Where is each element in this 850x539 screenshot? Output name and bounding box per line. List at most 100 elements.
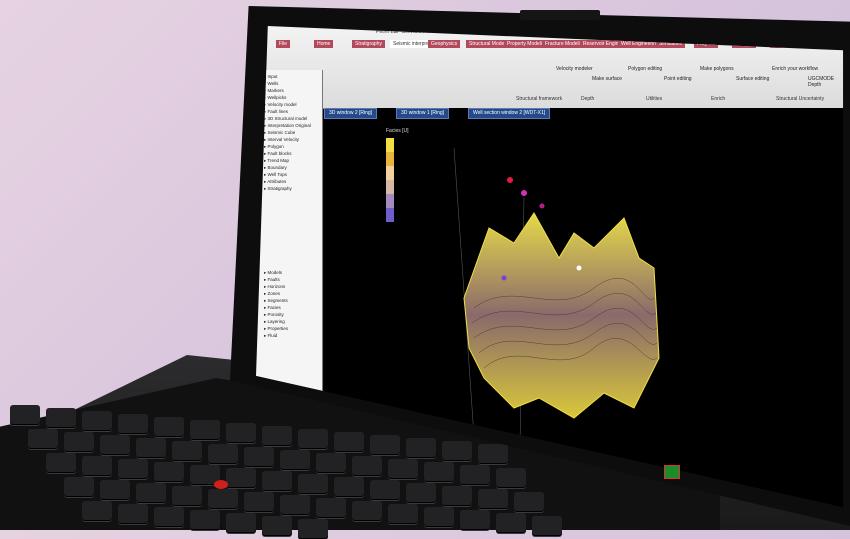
- keyboard-key: [190, 420, 220, 440]
- tree-item[interactable]: ▸ Layering: [264, 319, 285, 325]
- keyboard-key: [226, 423, 256, 443]
- keyboard-key: [208, 489, 238, 509]
- keyboard-key: [10, 405, 40, 425]
- tree-item[interactable]: ▸ Interpretation Original: [264, 123, 311, 129]
- keyboard-key: [46, 453, 76, 473]
- ribbon-tab[interactable]: Home: [314, 40, 334, 48]
- ribbon-button[interactable]: UGCMODE Depth: [808, 76, 843, 88]
- ribbon-tab[interactable]: Stratigraphy: [352, 40, 385, 48]
- tree-item[interactable]: ▸ Facies: [264, 305, 281, 311]
- tree-item[interactable]: ▸ Trend Map: [264, 158, 289, 164]
- tree-item[interactable]: ▸ Attributes: [264, 179, 286, 185]
- ribbon-tab[interactable]: File: [276, 40, 291, 48]
- keyboard-key: [244, 492, 274, 512]
- keyboard-key: [352, 501, 382, 521]
- tree-item[interactable]: ▸ Interval Velocity: [264, 137, 299, 143]
- ribbon-button[interactable]: Enrich your workflow: [772, 66, 818, 72]
- keyboard-key: [478, 444, 508, 464]
- tree-item[interactable]: ▸ Properties: [264, 326, 288, 332]
- tree-item[interactable]: ▸ Wellpicks: [264, 95, 286, 101]
- tree-item[interactable]: ▸ Horizons: [264, 284, 285, 290]
- ribbon-button[interactable]: Velocity modeler: [556, 66, 593, 72]
- tree-item[interactable]: ▸ Faults: [264, 277, 280, 283]
- keyboard-key: [82, 501, 112, 521]
- keyboard-key: [388, 504, 418, 524]
- tree-item[interactable]: ▸ Segments: [264, 298, 288, 304]
- keyboard-key: [172, 441, 202, 461]
- webcam-bar: [520, 10, 600, 20]
- tree-item[interactable]: ▸ Models: [264, 270, 282, 276]
- tree-item[interactable]: ▸ Velocity model: [264, 102, 297, 108]
- tree-item[interactable]: ▸ Stratigraphy: [264, 186, 292, 192]
- keyboard-key: [118, 414, 148, 434]
- keyboard-key: [226, 468, 256, 488]
- keyboard-key: [136, 483, 166, 503]
- ribbon-group-label: Structural Uncertainty: [776, 96, 825, 102]
- ribbon-button[interactable]: Surface editing: [736, 76, 769, 82]
- keyboard-key: [532, 516, 562, 536]
- keyboard-key: [406, 483, 436, 503]
- tree-item[interactable]: ▸ Polygon: [264, 144, 284, 150]
- keyboard-key: [478, 489, 508, 509]
- keyboard-key: [442, 441, 472, 461]
- keyboard-key: [496, 513, 526, 533]
- ribbon-group-label: Utilities: [646, 96, 663, 102]
- keyboard-key: [262, 516, 292, 536]
- keyboard-key: [226, 513, 256, 533]
- keyboard-key: [424, 462, 454, 482]
- keyboard-key: [28, 429, 58, 449]
- keyboard-key: [262, 471, 292, 491]
- tree-item[interactable]: ▸ Well Tops: [264, 172, 287, 178]
- keyboard-key: [100, 435, 130, 455]
- ribbon-group-label: Structural framework: [516, 96, 563, 102]
- keyboard-key: [370, 435, 400, 455]
- tree-item[interactable]: ▸ Markers: [264, 88, 284, 94]
- keyboard-key: [388, 459, 418, 479]
- ribbon-group-label: Depth: [581, 96, 595, 102]
- keyboard-key: [280, 450, 310, 470]
- tree-item[interactable]: ▸ Porosity: [264, 312, 284, 318]
- tree-item[interactable]: ▸ Fault lines: [264, 109, 288, 115]
- keyboard-key: [154, 462, 184, 482]
- tree-item[interactable]: ▸ 3D Structural model: [264, 116, 307, 122]
- keyboard-key: [136, 438, 166, 458]
- keyboard-key: [118, 459, 148, 479]
- keyboard-key: [154, 417, 184, 437]
- ribbon-group-label: Enrich: [711, 96, 726, 102]
- keyboard-key: [100, 480, 130, 500]
- keyboard-key: [334, 432, 364, 452]
- keyboard-key: [190, 510, 220, 530]
- trackpoint: [214, 480, 228, 489]
- keyboard-key: [298, 474, 328, 494]
- keyboard-key: [352, 456, 382, 476]
- keyboard-key: [316, 498, 346, 518]
- tree-item[interactable]: ▸ Seismic Cube: [264, 130, 295, 136]
- keyboard-key: [46, 408, 76, 428]
- keyboard-key: [298, 519, 328, 539]
- keyboard-key: [82, 411, 112, 431]
- keyboard-key: [262, 426, 292, 446]
- keyboard-key: [316, 453, 346, 473]
- tree-item[interactable]: ▸ Fault blocks: [264, 151, 292, 157]
- ribbon-tab[interactable]: Geophysics: [428, 40, 461, 48]
- tree-item[interactable]: ▸ Wells: [264, 81, 278, 87]
- ribbon-button[interactable]: Make surface: [592, 76, 622, 82]
- ribbon-button[interactable]: Point editing: [664, 76, 692, 82]
- tree-item[interactable]: ▸ Zones: [264, 291, 280, 297]
- keyboard-key: [244, 447, 274, 467]
- keyboard-key: [334, 477, 364, 497]
- keyboard-key: [442, 486, 472, 506]
- keyboard-key: [118, 504, 148, 524]
- keyboard-key: [424, 507, 454, 527]
- ribbon-button[interactable]: Polygon editing: [628, 66, 662, 72]
- tree-item[interactable]: ▸ Fluid: [264, 333, 277, 339]
- keyboard-key: [514, 492, 544, 512]
- tree-item[interactable]: ▸ Boundary: [264, 165, 287, 171]
- keyboard-key: [370, 480, 400, 500]
- keyboard-key: [298, 429, 328, 449]
- keyboard-key: [208, 444, 238, 464]
- keyboard-key: [406, 438, 436, 458]
- keyboard-key: [82, 456, 112, 476]
- ribbon-button[interactable]: Make polygons: [700, 66, 734, 72]
- keyboard-key: [64, 477, 94, 497]
